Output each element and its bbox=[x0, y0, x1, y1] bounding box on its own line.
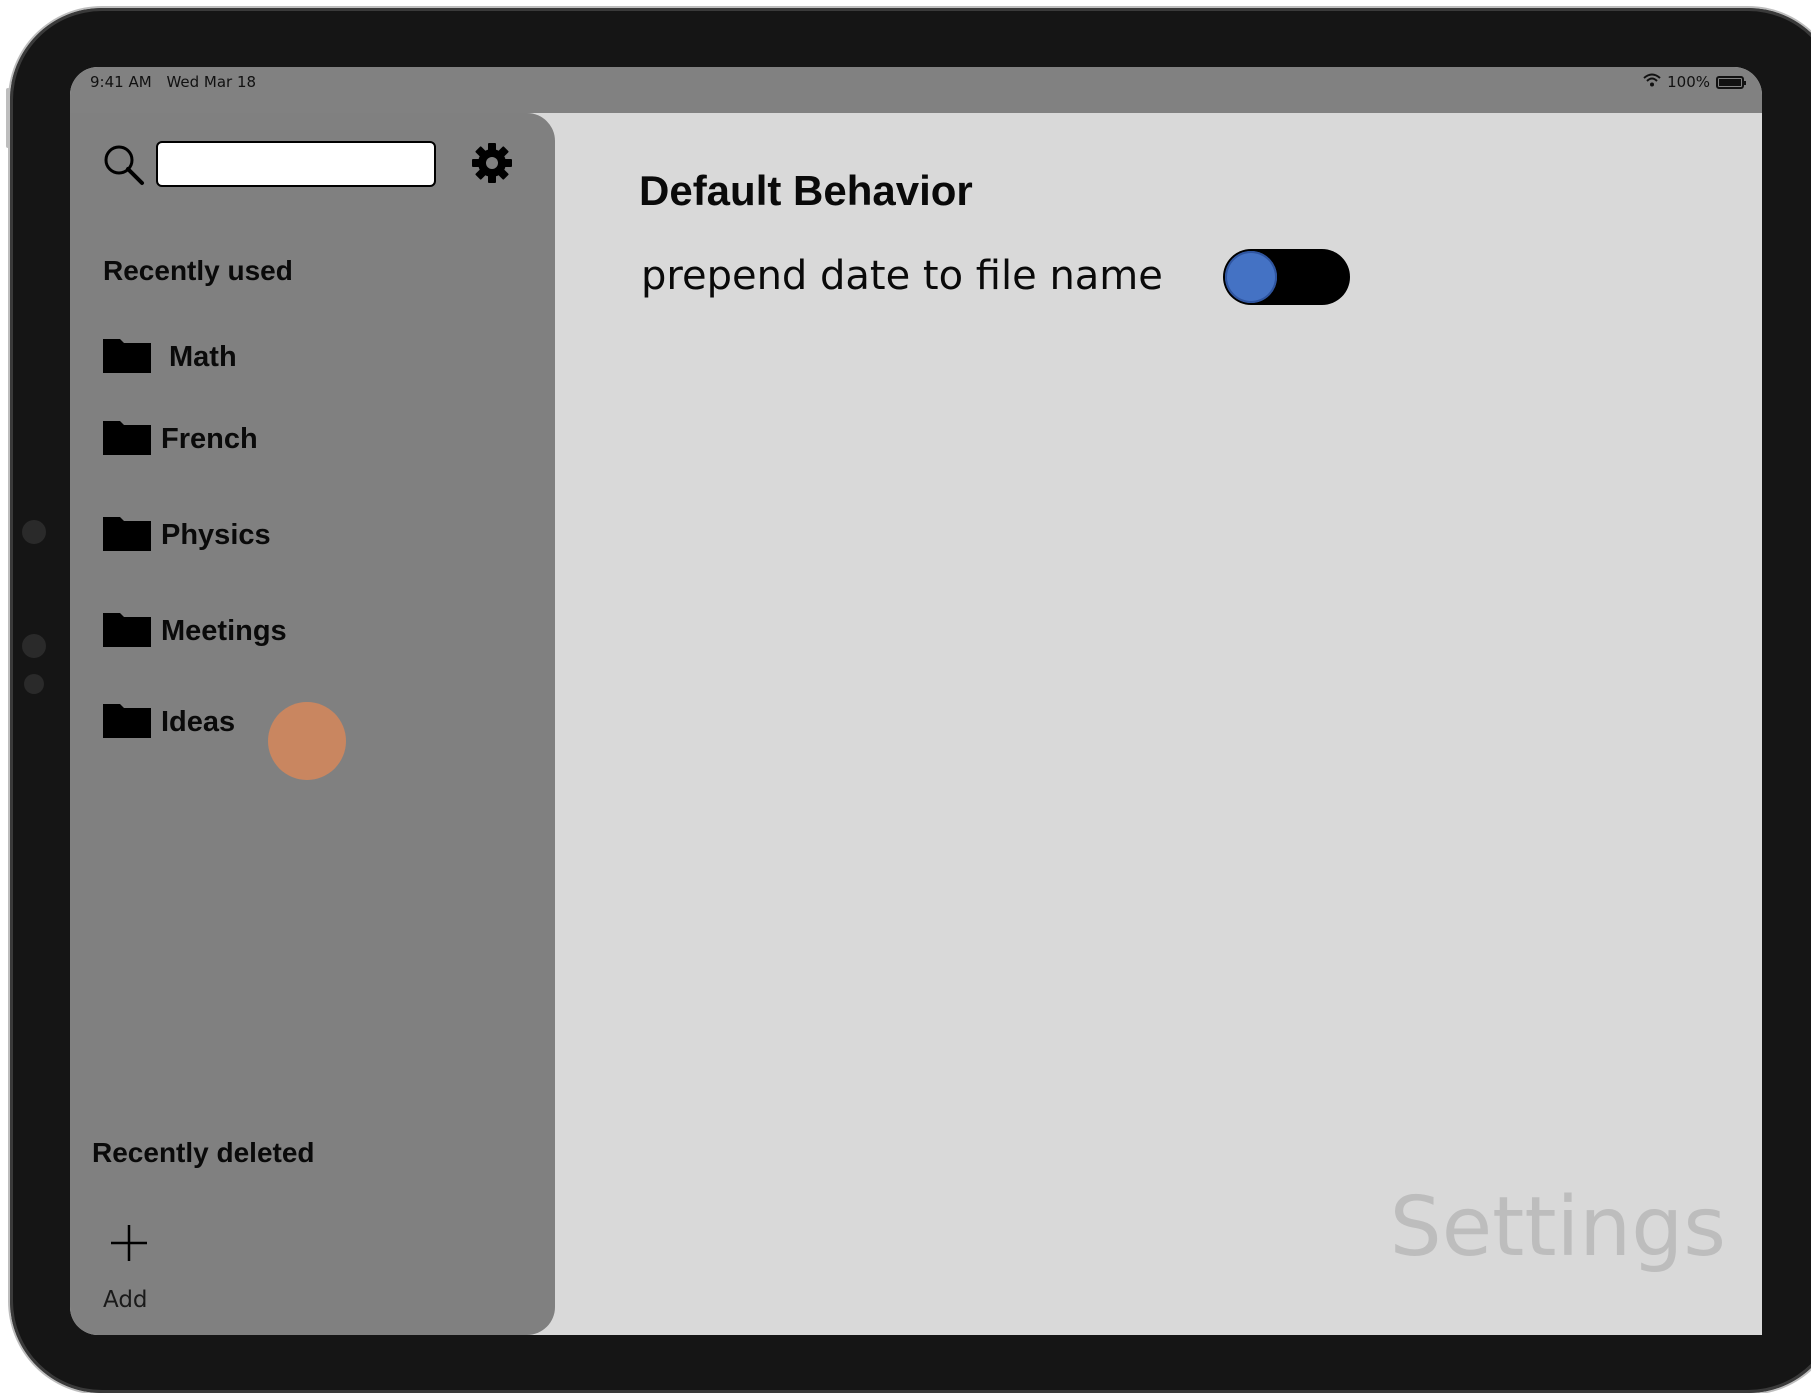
folder-label: Math bbox=[169, 340, 237, 373]
folder-item-ideas[interactable]: Ideas bbox=[103, 702, 235, 742]
camera-sensor bbox=[22, 520, 46, 544]
search-input[interactable] bbox=[156, 141, 436, 187]
plus-icon bbox=[109, 1223, 149, 1267]
folder-icon bbox=[103, 611, 151, 651]
page-title-watermark: Settings bbox=[1389, 1180, 1726, 1275]
folder-icon bbox=[103, 702, 151, 742]
prepend-date-toggle[interactable] bbox=[1223, 249, 1350, 305]
folder-label: Ideas bbox=[161, 705, 236, 738]
section-title: Default Behavior bbox=[639, 167, 973, 214]
status-date: Wed Mar 18 bbox=[166, 73, 257, 91]
screen: 9:41 AM Wed Mar 18 100% Recently used Ma… bbox=[70, 67, 1762, 1335]
folder-label: French bbox=[161, 422, 258, 455]
touch-indicator bbox=[268, 702, 346, 780]
volume-button bbox=[6, 88, 10, 148]
folder-icon bbox=[103, 515, 151, 555]
folder-item-meetings[interactable]: Meetings bbox=[103, 611, 287, 651]
folder-icon bbox=[103, 419, 151, 459]
folder-item-math[interactable]: Math bbox=[103, 337, 237, 377]
wifi-icon bbox=[1643, 73, 1661, 91]
add-button[interactable]: Add bbox=[103, 1223, 163, 1333]
folder-item-physics[interactable]: Physics bbox=[103, 515, 271, 555]
recently-deleted-heading[interactable]: Recently deleted bbox=[92, 1137, 315, 1169]
search-icon[interactable] bbox=[102, 143, 146, 191]
status-bar: 9:41 AM Wed Mar 18 100% bbox=[70, 67, 1762, 113]
add-label: Add bbox=[103, 1287, 148, 1313]
toggle-knob bbox=[1225, 251, 1277, 303]
prepend-date-label: prepend date to file name bbox=[641, 253, 1163, 299]
camera-sensor bbox=[24, 674, 44, 694]
folder-label: Meetings bbox=[161, 614, 287, 647]
battery-icon bbox=[1716, 75, 1746, 89]
gear-icon[interactable] bbox=[470, 141, 514, 189]
folder-label: Physics bbox=[161, 518, 271, 551]
status-time: 9:41 AM bbox=[90, 73, 152, 91]
battery-percent: 100% bbox=[1667, 73, 1710, 91]
camera-sensor bbox=[22, 634, 46, 658]
folder-icon bbox=[103, 337, 151, 377]
folder-item-french[interactable]: French bbox=[103, 419, 258, 459]
recently-used-heading: Recently used bbox=[103, 255, 293, 286]
